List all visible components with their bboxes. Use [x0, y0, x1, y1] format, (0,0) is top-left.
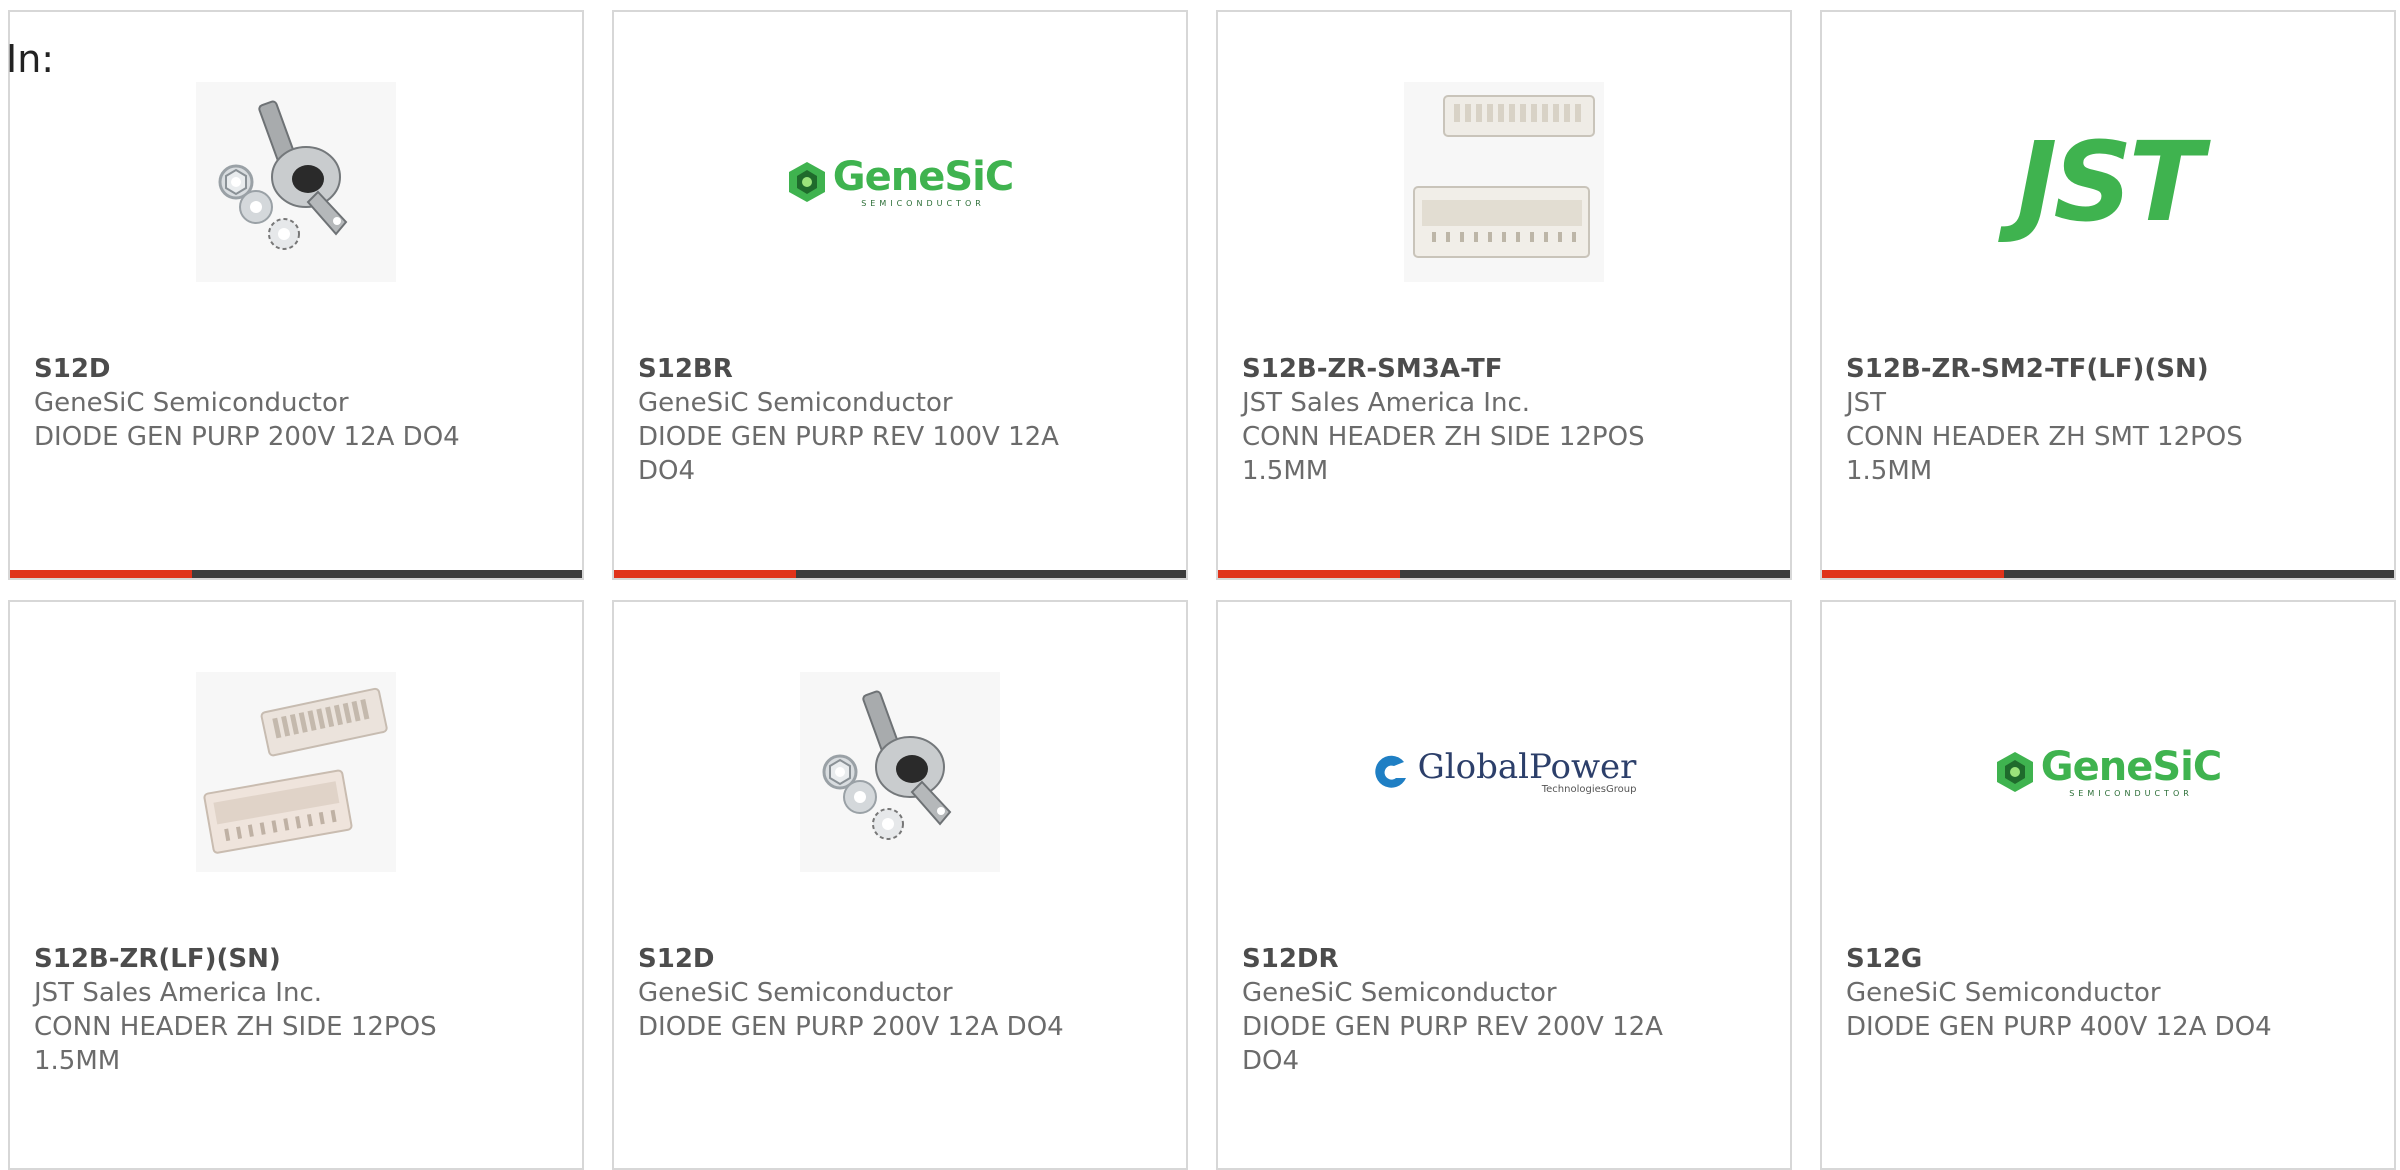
product-image[interactable]: [1218, 72, 1790, 292]
card-accent-bar: [1822, 570, 2004, 578]
part-number[interactable]: S12D: [34, 352, 462, 386]
manufacturer: GeneSiC Semiconductor: [1242, 978, 1557, 1008]
globalpower-logo-text: GlobalPower: [1417, 746, 1637, 787]
card-bottom-bar: [10, 570, 582, 578]
product-card[interactable]: GeneSiC SEMICONDUCTOR S12BR GeneSiC Semi…: [612, 10, 1188, 580]
product-image[interactable]: [10, 662, 582, 882]
part-number[interactable]: S12B-ZR-SM3A-TF: [1242, 352, 1670, 386]
product-info: S12DR GeneSiC Semiconductor DIODE GEN PU…: [1242, 942, 1670, 1078]
part-number[interactable]: S12BR: [638, 352, 1066, 386]
product-card[interactable]: S12D GeneSiC Semiconductor DIODE GEN PUR…: [612, 600, 1188, 1170]
part-number[interactable]: S12B-ZR(LF)(SN): [34, 942, 462, 976]
description: CONN HEADER ZH SIDE 12POS 1.5MM: [1242, 422, 1645, 486]
card-accent-bar: [10, 570, 192, 578]
manufacturer: JST: [1846, 388, 1887, 418]
product-card[interactable]: GeneSiC SEMICONDUCTOR S12G GeneSiC Semic…: [1820, 600, 2396, 1170]
genesic-hex-icon: [788, 162, 825, 202]
connector-header-icon: [196, 672, 396, 872]
product-image[interactable]: [614, 662, 1186, 882]
product-info: S12BR GeneSiC Semiconductor DIODE GEN PU…: [638, 352, 1066, 488]
in-label: In:: [6, 37, 55, 81]
product-card[interactable]: GlobalPower TechnologiesGroup S12DR Gene…: [1216, 600, 1792, 1170]
product-image[interactable]: [10, 72, 582, 292]
genesic-logo-text: GeneSiC: [832, 153, 1014, 200]
part-number[interactable]: S12B-ZR-SM2-TF(LF)(SN): [1846, 352, 2274, 386]
card-bottom-bar: [1822, 570, 2394, 578]
product-image[interactable]: JST: [1822, 72, 2394, 292]
card-bottom-bar: [614, 570, 1186, 578]
diode-stud-icon: [800, 672, 1000, 872]
globalpower-logo-icon: GlobalPower TechnologiesGroup: [1372, 746, 1637, 795]
globalpower-swirl-icon: [1374, 755, 1406, 788]
part-number[interactable]: S12D: [638, 942, 1066, 976]
product-info: S12B-ZR-SM2-TF(LF)(SN) JST CONN HEADER Z…: [1846, 352, 2274, 488]
manufacturer: GeneSiC Semiconductor: [34, 388, 349, 418]
description: DIODE GEN PURP 200V 12A DO4: [638, 1012, 1064, 1042]
description: DIODE GEN PURP 400V 12A DO4: [1846, 1012, 2272, 1042]
genesic-logo-text: GeneSiC: [2040, 743, 2222, 790]
description: DIODE GEN PURP REV 200V 12A DO4: [1242, 1012, 1663, 1076]
card-bottom-bar: [1218, 570, 1790, 578]
connector-header-icon: [1404, 82, 1604, 282]
product-image[interactable]: GeneSiC SEMICONDUCTOR: [1822, 662, 2394, 882]
part-number[interactable]: S12G: [1846, 942, 2274, 976]
card-accent-bar: [614, 570, 796, 578]
description: DIODE GEN PURP REV 100V 12A DO4: [638, 422, 1059, 486]
jst-logo-icon: JST: [2016, 118, 2203, 246]
manufacturer: JST Sales America Inc.: [1242, 388, 1531, 418]
manufacturer: JST Sales America Inc.: [34, 978, 323, 1008]
product-card[interactable]: S12B-ZR(LF)(SN) JST Sales America Inc. C…: [8, 600, 584, 1170]
diode-stud-icon: [196, 82, 396, 282]
product-card[interactable]: JST S12B-ZR-SM2-TF(LF)(SN) JST CONN HEAD…: [1820, 10, 2396, 580]
genesic-logo-icon: GeneSiC SEMICONDUCTOR: [787, 153, 1014, 208]
genesic-logo-sub: SEMICONDUCTOR: [2069, 788, 2193, 798]
product-info: S12D GeneSiC Semiconductor DIODE GEN PUR…: [638, 942, 1066, 1044]
description: CONN HEADER ZH SIDE 12POS 1.5MM: [34, 1012, 437, 1076]
manufacturer: GeneSiC Semiconductor: [1846, 978, 2161, 1008]
product-info: S12G GeneSiC Semiconductor DIODE GEN PUR…: [1846, 942, 2274, 1044]
genesic-logo-icon: GeneSiC SEMICONDUCTOR: [1995, 743, 2222, 798]
product-info: S12B-ZR-SM3A-TF JST Sales America Inc. C…: [1242, 352, 1670, 488]
description: CONN HEADER ZH SMT 12POS 1.5MM: [1846, 422, 2243, 486]
manufacturer: GeneSiC Semiconductor: [638, 388, 953, 418]
card-accent-bar: [1218, 570, 1400, 578]
description: DIODE GEN PURP 200V 12A DO4: [34, 422, 460, 452]
part-number[interactable]: S12DR: [1242, 942, 1670, 976]
product-image[interactable]: GlobalPower TechnologiesGroup: [1218, 662, 1790, 882]
genesic-hex-icon: [1996, 752, 2033, 792]
product-card[interactable]: S12B-ZR-SM3A-TF JST Sales America Inc. C…: [1216, 10, 1792, 580]
product-info: S12B-ZR(LF)(SN) JST Sales America Inc. C…: [34, 942, 462, 1078]
genesic-logo-sub: SEMICONDUCTOR: [861, 198, 985, 208]
product-card[interactable]: S12D GeneSiC Semiconductor DIODE GEN PUR…: [8, 10, 584, 580]
product-info: S12D GeneSiC Semiconductor DIODE GEN PUR…: [34, 352, 462, 454]
product-image[interactable]: GeneSiC SEMICONDUCTOR: [614, 72, 1186, 292]
manufacturer: GeneSiC Semiconductor: [638, 978, 953, 1008]
